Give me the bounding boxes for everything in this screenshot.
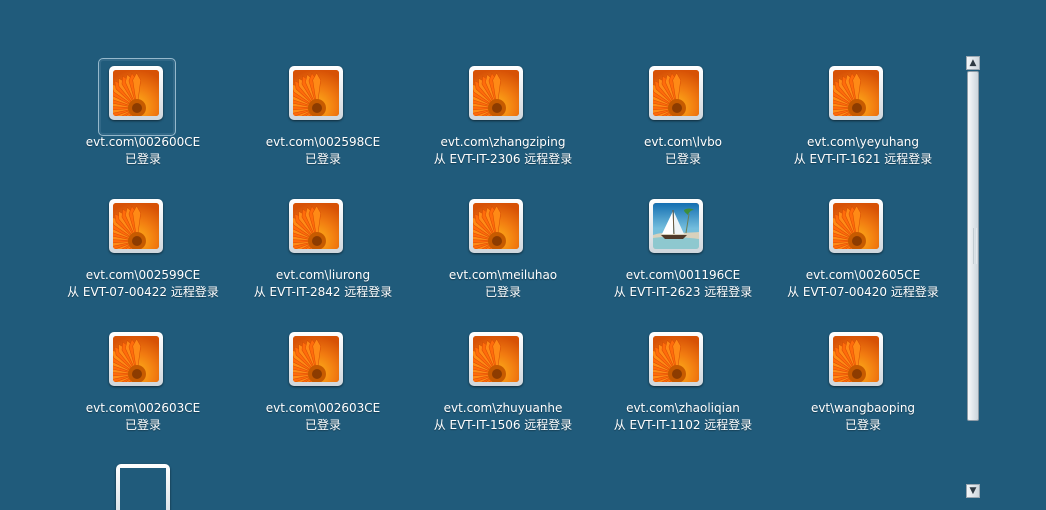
- user-status: 从 EVT-IT-2842 远程登录: [253, 285, 393, 299]
- avatar-frame: [649, 199, 703, 253]
- orange-flower-avatar-icon: [113, 70, 159, 116]
- user-tile[interactable]: evt.com\002603CE 已登录: [233, 324, 413, 444]
- user-name: evt.com\002603CE: [265, 401, 381, 415]
- orange-flower-avatar-icon: [293, 336, 339, 382]
- avatar-frame: [469, 199, 523, 253]
- user-status: 从 EVT-IT-1506 远程登录: [433, 418, 573, 432]
- avatar-frame: [829, 66, 883, 120]
- user-status: 从 EVT-IT-2306 远程登录: [433, 152, 573, 166]
- orange-flower-avatar-icon: [293, 70, 339, 116]
- user-name: evt.com\002603CE: [85, 401, 201, 415]
- scroll-up-arrow-icon[interactable]: ▲: [966, 56, 980, 70]
- user-tile[interactable]: evt.com\002603CE 已登录: [53, 324, 233, 444]
- orange-flower-avatar-icon: [833, 203, 879, 249]
- avatar-frame: [289, 332, 343, 386]
- user-name: evt.com\zhangziping: [440, 135, 566, 149]
- avatar-frame: [469, 66, 523, 120]
- avatar-frame: [109, 199, 163, 253]
- orange-flower-avatar-icon: [473, 336, 519, 382]
- user-status: 从 EVT-07-00422 远程登录: [67, 285, 219, 299]
- user-name: evt.com\002598CE: [265, 135, 381, 149]
- partial-avatar-icon: [120, 468, 166, 510]
- user-tile[interactable]: evt.com\002600CE 已登录: [53, 58, 233, 178]
- user-tile[interactable]: evt.com\002598CE 已登录: [233, 58, 413, 178]
- user-status: 已登录: [304, 152, 341, 166]
- scroll-down-arrow-icon[interactable]: ▼: [966, 484, 980, 498]
- user-tile[interactable]: evt.com\001196CE 从 EVT-IT-2623 远程登录: [593, 191, 773, 311]
- user-tile[interactable]: evt.com\zhaoliqian 从 EVT-IT-1102 远程登录: [593, 324, 773, 444]
- user-name: evt.com\002600CE: [85, 135, 201, 149]
- user-status: 已登录: [124, 152, 161, 166]
- user-tile[interactable]: evt.com\liurong 从 EVT-IT-2842 远程登录: [233, 191, 413, 311]
- user-tile[interactable]: evt\wangbaoping 已登录: [773, 324, 953, 444]
- orange-flower-avatar-icon: [833, 336, 879, 382]
- scroll-thumb[interactable]: [967, 71, 979, 421]
- user-status: 已登录: [484, 285, 521, 299]
- orange-flower-avatar-icon: [833, 70, 879, 116]
- user-name: evt.com\zhuyuanhe: [443, 401, 563, 415]
- user-status: 已登录: [844, 418, 881, 432]
- orange-flower-avatar-icon: [113, 203, 159, 249]
- user-status: 已登录: [304, 418, 341, 432]
- avatar-frame: [649, 66, 703, 120]
- user-tile[interactable]: evt.com\zhuyuanhe 从 EVT-IT-1506 远程登录: [413, 324, 593, 444]
- user-name: evt.com\liurong: [275, 268, 371, 282]
- avatar-frame: [829, 332, 883, 386]
- avatar-frame: [649, 332, 703, 386]
- avatar-frame: [109, 332, 163, 386]
- user-tile[interactable]: evt.com\002605CE 从 EVT-07-00420 远程登录: [773, 191, 953, 311]
- orange-flower-avatar-icon: [473, 203, 519, 249]
- user-status: 已登录: [124, 418, 161, 432]
- user-name: evt.com\002605CE: [805, 268, 921, 282]
- user-status: 已登录: [664, 152, 701, 166]
- user-switch-screen: evt.com\002600CE 已登录 evt.com\002598CE 已登录 …: [0, 0, 1046, 510]
- user-tile[interactable]: evt.com\yeyuhang 从 EVT-IT-1621 远程登录: [773, 58, 953, 178]
- sailboat-avatar-icon: [653, 203, 699, 249]
- partial-user-tile[interactable]: [116, 464, 170, 510]
- orange-flower-avatar-icon: [113, 336, 159, 382]
- orange-flower-avatar-icon: [473, 70, 519, 116]
- vertical-scrollbar[interactable]: ▲ ▼: [966, 56, 980, 498]
- user-tile[interactable]: evt.com\meiluhao 已登录: [413, 191, 593, 311]
- user-name: evt\wangbaoping: [810, 401, 916, 415]
- user-status: 从 EVT-07-00420 远程登录: [787, 285, 939, 299]
- user-name: evt.com\002599CE: [85, 268, 201, 282]
- user-status: 从 EVT-IT-2623 远程登录: [613, 285, 753, 299]
- user-status: 从 EVT-IT-1102 远程登录: [613, 418, 753, 432]
- orange-flower-avatar-icon: [653, 336, 699, 382]
- user-name: evt.com\zhaoliqian: [626, 401, 740, 415]
- orange-flower-avatar-icon: [653, 70, 699, 116]
- user-tile[interactable]: evt.com\lvbo 已登录: [593, 58, 773, 178]
- user-name: evt.com\yeyuhang: [806, 135, 920, 149]
- avatar-frame: [289, 66, 343, 120]
- avatar-frame: [289, 199, 343, 253]
- avatar-frame: [469, 332, 523, 386]
- orange-flower-avatar-icon: [293, 203, 339, 249]
- user-name: evt.com\001196CE: [625, 268, 741, 282]
- user-tile[interactable]: evt.com\zhangziping 从 EVT-IT-2306 远程登录: [413, 58, 593, 178]
- avatar-frame: [829, 199, 883, 253]
- avatar-frame: [109, 66, 163, 120]
- user-tile[interactable]: evt.com\002599CE 从 EVT-07-00422 远程登录: [53, 191, 233, 311]
- user-status: 从 EVT-IT-1621 远程登录: [793, 152, 933, 166]
- user-name: evt.com\lvbo: [643, 135, 723, 149]
- user-name: evt.com\meiluhao: [448, 268, 558, 282]
